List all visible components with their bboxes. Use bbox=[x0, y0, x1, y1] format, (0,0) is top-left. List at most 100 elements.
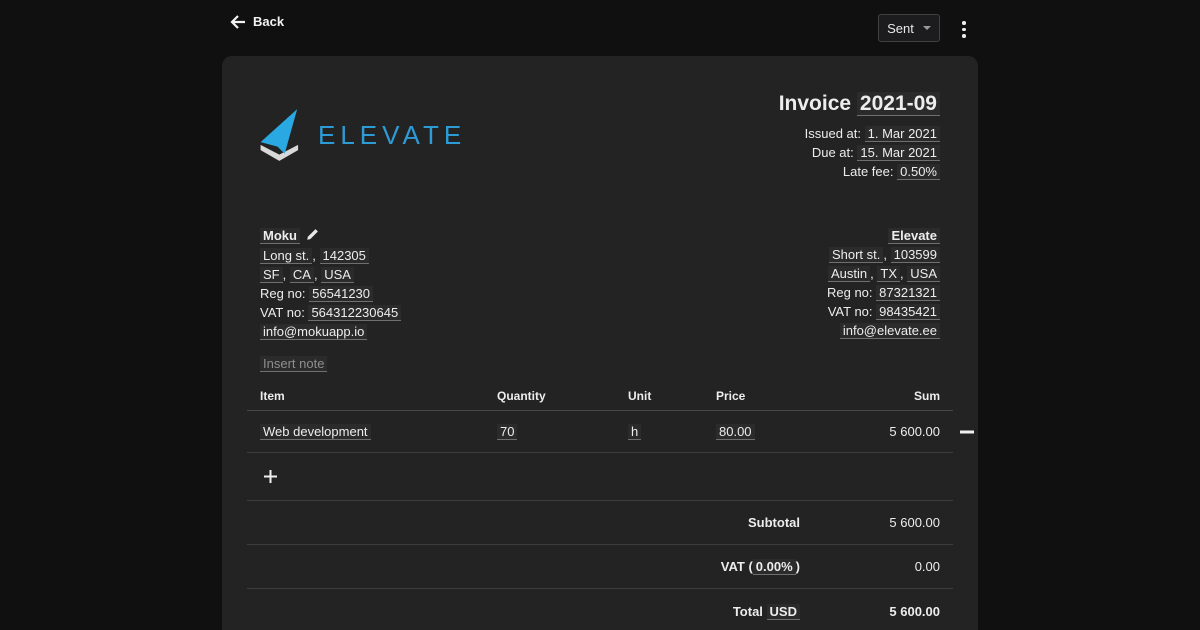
invoice-title-prefix: Invoice bbox=[779, 92, 851, 115]
client-name-line: Moku bbox=[260, 226, 401, 246]
invoice-title: Invoice 2021-09 bbox=[779, 92, 940, 116]
table-row: Web development 70 h 80.00 5 600.00 bbox=[247, 411, 953, 453]
header-quantity: Quantity bbox=[497, 389, 628, 403]
seller-zip-field[interactable]: 103599 bbox=[891, 247, 940, 263]
due-at-label: Due at: bbox=[812, 145, 854, 160]
header-price: Price bbox=[716, 389, 826, 403]
seller-name-field[interactable]: Elevate bbox=[888, 228, 940, 244]
client-reg-line: Reg no: 56541230 bbox=[260, 284, 401, 303]
quantity-field[interactable]: 70 bbox=[497, 424, 517, 440]
unit-field[interactable]: h bbox=[628, 424, 641, 440]
unit-cell: h bbox=[628, 424, 716, 439]
separator: , bbox=[314, 267, 318, 282]
late-fee-field[interactable]: 0.50% bbox=[897, 164, 940, 180]
client-city-field[interactable]: SF bbox=[260, 267, 283, 283]
total-value: 5 600.00 bbox=[813, 604, 953, 619]
late-fee-line: Late fee: 0.50% bbox=[779, 162, 940, 181]
client-street-field[interactable]: Long st. bbox=[260, 248, 312, 264]
client-vat-field[interactable]: 564312230645 bbox=[308, 305, 401, 321]
client-state-field[interactable]: CA bbox=[290, 267, 314, 283]
due-at-field[interactable]: 15. Mar 2021 bbox=[857, 145, 940, 161]
back-arrow-icon bbox=[230, 15, 246, 29]
kebab-dot bbox=[962, 34, 966, 38]
elevate-logo-icon bbox=[257, 106, 307, 164]
parties-section: Moku Long st., 142305 SF, CA, USA Reg no… bbox=[247, 226, 953, 341]
seller-address-block: Elevate Short st., 103599 Austin, TX, US… bbox=[827, 226, 940, 341]
client-address-block: Moku Long st., 142305 SF, CA, USA Reg no… bbox=[260, 226, 401, 341]
invoice-header: ELEVATE Invoice 2021-09 Issued at: 1. Ma… bbox=[247, 89, 953, 181]
note-field[interactable]: Insert note bbox=[260, 356, 327, 372]
issued-at-line: Issued at: 1. Mar 2021 bbox=[779, 124, 940, 143]
client-zip-field[interactable]: 142305 bbox=[320, 248, 369, 264]
seller-vat-label: VAT no: bbox=[828, 304, 873, 319]
issued-at-label: Issued at: bbox=[805, 126, 861, 141]
note-row: Insert note bbox=[247, 354, 953, 373]
remove-row-button[interactable] bbox=[958, 423, 976, 441]
separator: , bbox=[900, 266, 904, 281]
separator: , bbox=[283, 267, 287, 282]
seller-city-field[interactable]: Austin bbox=[828, 266, 870, 282]
due-at-line: Due at: 15. Mar 2021 bbox=[779, 143, 940, 162]
seller-vat-field[interactable]: 98435421 bbox=[876, 304, 940, 320]
invoice-card: ELEVATE Invoice 2021-09 Issued at: 1. Ma… bbox=[222, 56, 978, 630]
seller-reg-line: Reg no: 87321321 bbox=[827, 283, 940, 302]
seller-street-field[interactable]: Short st. bbox=[829, 247, 883, 263]
total-row: Total USD 5 600.00 bbox=[247, 589, 953, 630]
client-email-line: info@mokuapp.io bbox=[260, 322, 401, 341]
separator: , bbox=[870, 266, 874, 281]
line-items-table: Item Quantity Unit Price Sum Web develop… bbox=[247, 381, 953, 630]
client-city-line: SF, CA, USA bbox=[260, 265, 401, 284]
vat-label-prefix: VAT ( bbox=[721, 559, 753, 574]
separator: , bbox=[312, 248, 316, 263]
client-country-field[interactable]: USA bbox=[321, 267, 354, 283]
vat-row: VAT (0.00%) 0.00 bbox=[247, 545, 953, 589]
invoice-meta-block: Invoice 2021-09 Issued at: 1. Mar 2021 D… bbox=[779, 92, 940, 181]
client-email-field[interactable]: info@mokuapp.io bbox=[260, 324, 367, 340]
seller-vat-line: VAT no: 98435421 bbox=[827, 302, 940, 321]
item-name-field[interactable]: Web development bbox=[260, 424, 371, 440]
subtotal-value: 5 600.00 bbox=[813, 515, 953, 530]
client-name-field[interactable]: Moku bbox=[260, 228, 300, 244]
kebab-menu-button[interactable] bbox=[958, 19, 970, 40]
invoice-number-field[interactable]: 2021-09 bbox=[857, 92, 940, 116]
back-button[interactable]: Back bbox=[230, 14, 284, 29]
seller-name-line: Elevate bbox=[827, 226, 940, 245]
seller-reg-label: Reg no: bbox=[827, 285, 873, 300]
header-sum: Sum bbox=[826, 389, 953, 403]
back-label: Back bbox=[253, 14, 284, 29]
kebab-dot bbox=[962, 21, 966, 25]
seller-email-field[interactable]: info@elevate.ee bbox=[840, 323, 940, 339]
price-field[interactable]: 80.00 bbox=[716, 424, 755, 440]
issued-at-field[interactable]: 1. Mar 2021 bbox=[865, 126, 940, 142]
status-dropdown[interactable]: Sent bbox=[878, 14, 940, 42]
seller-street-line: Short st., 103599 bbox=[827, 245, 940, 264]
client-reg-field[interactable]: 56541230 bbox=[309, 286, 373, 302]
seller-reg-field[interactable]: 87321321 bbox=[876, 285, 940, 301]
vat-label-suffix: ) bbox=[796, 559, 800, 574]
seller-state-field[interactable]: TX bbox=[877, 266, 900, 282]
chevron-down-icon bbox=[923, 26, 931, 30]
vat-rate-field[interactable]: 0.00% bbox=[753, 559, 796, 575]
edit-icon[interactable] bbox=[306, 227, 319, 246]
vat-label: VAT (0.00%) bbox=[247, 559, 813, 574]
subtotal-label: Subtotal bbox=[247, 515, 813, 530]
separator: , bbox=[883, 247, 887, 262]
seller-country-field[interactable]: USA bbox=[907, 266, 940, 282]
late-fee-label: Late fee: bbox=[843, 164, 894, 179]
quantity-cell: 70 bbox=[497, 424, 628, 439]
seller-email-line: info@elevate.ee bbox=[827, 321, 940, 340]
table-header-row: Item Quantity Unit Price Sum bbox=[247, 381, 953, 411]
brand-name: ELEVATE bbox=[318, 120, 466, 151]
client-vat-line: VAT no: 564312230645 bbox=[260, 303, 401, 322]
status-dropdown-value: Sent bbox=[887, 21, 914, 36]
header-unit: Unit bbox=[628, 389, 716, 403]
add-row-container bbox=[247, 453, 953, 501]
top-bar: Back Sent bbox=[0, 0, 1200, 56]
kebab-dot bbox=[962, 28, 966, 32]
total-label-prefix: Total bbox=[733, 604, 763, 619]
header-item: Item bbox=[247, 389, 497, 403]
add-row-button[interactable] bbox=[260, 467, 280, 487]
currency-field[interactable]: USD bbox=[767, 604, 800, 620]
client-street-line: Long st., 142305 bbox=[260, 246, 401, 265]
vat-value: 0.00 bbox=[813, 559, 953, 574]
